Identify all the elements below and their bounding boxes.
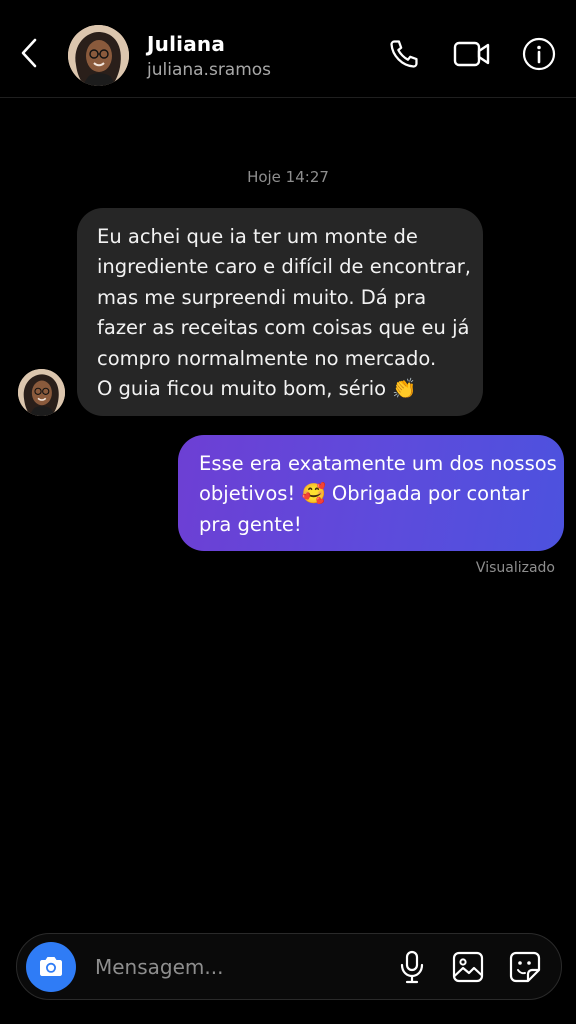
message-line: Esse era exatamente um dos nossos [199, 452, 557, 475]
avatar-image [68, 25, 129, 86]
sender-avatar[interactable] [18, 369, 65, 416]
outgoing-message-bubble[interactable]: Esse era exatamente um dos nossos objeti… [178, 435, 564, 551]
message-input[interactable] [95, 949, 375, 985]
contact-username[interactable]: juliana.sramos [147, 60, 271, 80]
contact-avatar[interactable] [68, 25, 129, 86]
message-line: objetivos! 🥰 Obrigada por contar [199, 479, 546, 509]
video-camera-icon [453, 41, 490, 67]
info-button[interactable] [521, 36, 557, 72]
camera-button[interactable] [26, 942, 76, 992]
message-line: ingrediente caro e difícil de encontrar, [97, 255, 471, 279]
message-timestamp: Hoje 14:27 [247, 168, 329, 186]
sticker-icon [509, 951, 541, 983]
incoming-message-bubble[interactable]: Eu achei que ia ter um monte de ingredie… [77, 208, 483, 416]
message-line: fazer as receitas com coisas que eu já [97, 316, 470, 340]
chat-header: Juliana juliana.sramos [0, 0, 576, 98]
camera-icon [40, 957, 62, 976]
message-line: pra gente! [199, 512, 302, 536]
info-icon [522, 37, 556, 71]
smiling-face-with-hearts-emoji: 🥰 [301, 482, 326, 506]
video-call-button[interactable] [452, 36, 492, 72]
avatar-image [18, 369, 65, 416]
contact-name[interactable]: Juliana [147, 32, 225, 56]
message-line-last: O guia ficou muito bom, sério 👏 [97, 374, 469, 404]
sticker-button[interactable] [507, 949, 543, 985]
message-line: compro normalmente no mercado. [97, 346, 437, 370]
message-composer [16, 933, 562, 1000]
gallery-icon [452, 951, 484, 983]
call-button[interactable] [386, 36, 422, 72]
message-text: Obrigada por contar [331, 482, 530, 506]
microphone-icon [400, 950, 424, 984]
phone-icon [390, 40, 418, 68]
message-text: objetivos! [199, 482, 296, 506]
back-icon [21, 38, 37, 68]
clapping-hands-emoji: 👏 [392, 377, 417, 401]
gallery-button[interactable] [450, 949, 486, 985]
voice-message-button[interactable] [394, 949, 430, 985]
message-line: Eu achei que ia ter um monte de [97, 225, 418, 248]
back-button[interactable] [14, 36, 44, 70]
message-line: mas me surpreendi muito. Dá pra [97, 285, 427, 309]
message-text: O guia ficou muito bom, sério [97, 377, 387, 401]
seen-status: Visualizado [475, 560, 555, 576]
